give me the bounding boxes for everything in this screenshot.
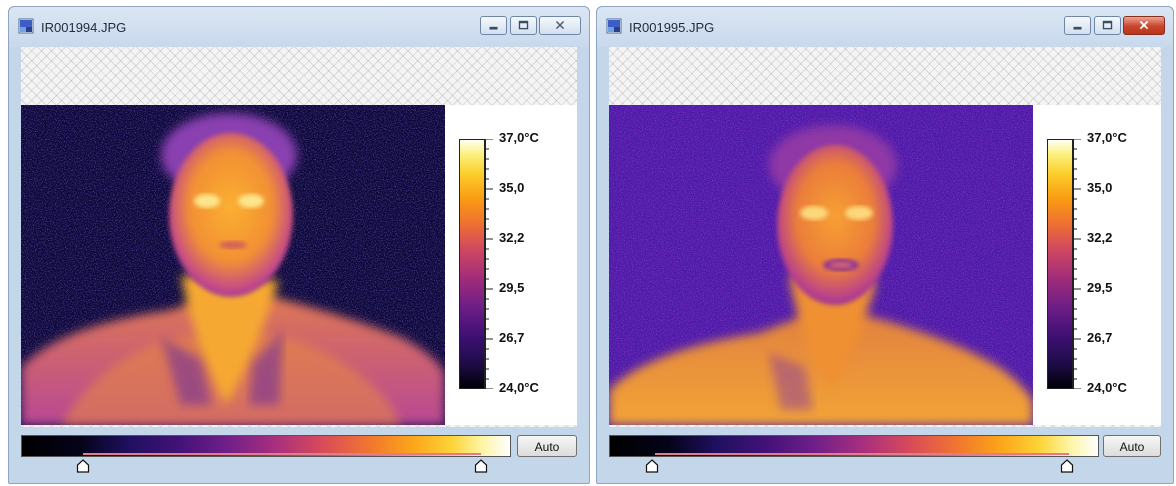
- title-bar[interactable]: IR001994.JPG: [9, 7, 589, 47]
- ir-image-icon: [18, 18, 34, 34]
- window-title: IR001995.JPG: [629, 20, 715, 35]
- slider-handle-icon: [645, 459, 659, 473]
- ir-image-icon: [606, 18, 622, 34]
- scale-max-label: 37,0°C: [499, 130, 539, 145]
- close-icon: [1139, 20, 1149, 30]
- range-low-handle[interactable]: [76, 459, 90, 473]
- scale-label: 32,2: [1087, 230, 1113, 245]
- minimize-icon: [1073, 26, 1082, 30]
- close-button[interactable]: [539, 16, 581, 35]
- temperature-color-bar: [1047, 139, 1073, 389]
- title-bar[interactable]: IR001995.JPG: [597, 7, 1173, 47]
- maximize-button[interactable]: [1094, 16, 1121, 35]
- scale-label: 35,0: [1087, 180, 1113, 195]
- auto-button[interactable]: Auto: [517, 435, 577, 457]
- scale-ticks: [485, 139, 493, 389]
- image-window-2[interactable]: IR001995.JPG 37,0°C 35,0 32,2 29,5 26,7 …: [596, 6, 1174, 484]
- range-high-handle[interactable]: [474, 459, 488, 473]
- thermal-image[interactable]: [609, 105, 1033, 425]
- scale-ticks: [1073, 139, 1081, 389]
- palette-controls: Auto: [21, 433, 577, 475]
- slider-handle-icon: [76, 459, 90, 473]
- image-canvas: 37,0°C 35,0 32,2 29,5 26,7 24,0°C: [21, 47, 577, 427]
- image-window-1[interactable]: IR001994.JPG 37,0°C 35,0 32,2 29,5 26,7 …: [8, 6, 590, 484]
- slider-handle-icon: [1060, 459, 1074, 473]
- maximize-icon: [1102, 20, 1113, 30]
- range-high-handle[interactable]: [1060, 459, 1074, 473]
- minimize-button[interactable]: [1064, 16, 1091, 35]
- thermal-image[interactable]: [21, 105, 445, 425]
- close-icon: [555, 20, 565, 30]
- close-button[interactable]: [1123, 16, 1165, 35]
- scale-label: 32,2: [499, 230, 525, 245]
- scale-label: 26,7: [1087, 330, 1113, 345]
- scale-label: 29,5: [499, 280, 525, 295]
- minimize-icon: [489, 26, 498, 30]
- palette-range-line: [655, 453, 1069, 455]
- temperature-scale: 37,0°C 35,0 32,2 29,5 26,7 24,0°C: [1033, 105, 1161, 425]
- range-low-handle[interactable]: [645, 459, 659, 473]
- scale-max-label: 37,0°C: [1087, 130, 1127, 145]
- temperature-color-bar: [459, 139, 485, 389]
- palette-controls: Auto: [609, 433, 1161, 475]
- scale-min-label: 24,0°C: [499, 380, 539, 395]
- scale-label: 35,0: [499, 180, 525, 195]
- window-title: IR001994.JPG: [41, 20, 127, 35]
- image-canvas: 37,0°C 35,0 32,2 29,5 26,7 24,0°C: [609, 47, 1161, 427]
- scale-label: 26,7: [499, 330, 525, 345]
- slider-handle-icon: [474, 459, 488, 473]
- scale-label: 29,5: [1087, 280, 1113, 295]
- palette-range-line: [83, 453, 481, 455]
- maximize-button[interactable]: [510, 16, 537, 35]
- scale-min-label: 24,0°C: [1087, 380, 1127, 395]
- auto-button[interactable]: Auto: [1103, 435, 1161, 457]
- maximize-icon: [518, 20, 529, 30]
- temperature-scale: 37,0°C 35,0 32,2 29,5 26,7 24,0°C: [445, 105, 577, 425]
- minimize-button[interactable]: [480, 16, 507, 35]
